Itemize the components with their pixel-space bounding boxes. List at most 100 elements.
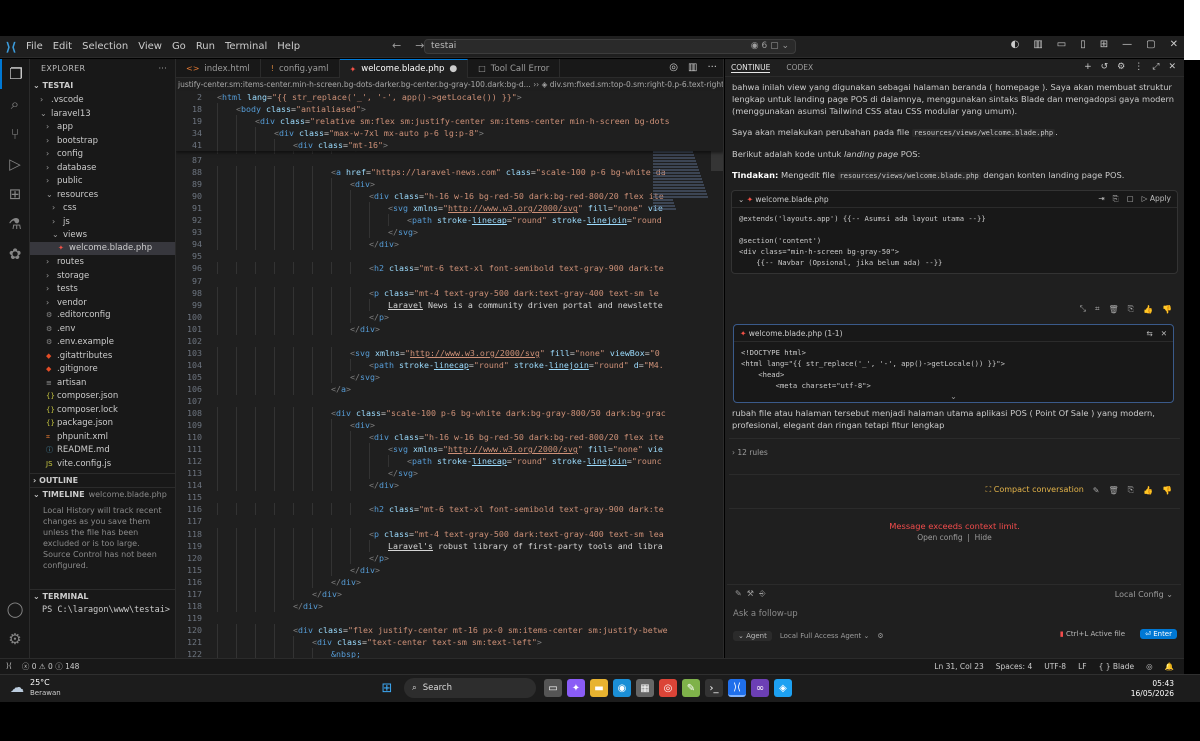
follow-up-input[interactable]: Ask a follow-up xyxy=(727,603,1181,627)
tree-item-composer-json[interactable]: {} composer.json xyxy=(30,390,175,404)
sidebar-toggle-icon[interactable]: ▯ xyxy=(1080,39,1086,50)
tab-index-html[interactable]: <> index.html xyxy=(176,59,261,78)
code-line[interactable]: 110 <div class="h-16 w-16 bg-red-50 dark:… xyxy=(176,431,723,444)
code-line[interactable]: 94 </div> xyxy=(176,238,723,251)
close-icon[interactable]: ✕ xyxy=(1170,39,1178,50)
layout-icon[interactable]: ▥ xyxy=(1033,39,1042,50)
edge-icon[interactable]: ◉ xyxy=(613,679,631,697)
copy-icon-2[interactable]: ⎘ xyxy=(1128,485,1134,495)
encoding[interactable]: UTF-8 xyxy=(1044,662,1066,671)
start-icon[interactable]: ⊞ xyxy=(378,679,396,697)
remove-context-icon[interactable]: ✕ xyxy=(1161,329,1167,338)
copy-message-icon[interactable]: ⎘ xyxy=(1128,304,1134,314)
chrome-icon[interactable]: ◎ xyxy=(659,679,677,697)
tab-config-yaml[interactable]: ! config.yaml xyxy=(261,59,340,78)
code-line[interactable]: 34 <div class="max-w-7xl mx-auto p-6 lg:p… xyxy=(176,127,723,140)
code-line[interactable]: 118 </div> xyxy=(176,599,723,612)
code-line[interactable]: 89 <div> xyxy=(176,178,723,191)
tree-item-env-example[interactable]: ⚙ .env.example xyxy=(30,336,175,350)
code-line[interactable]: 109 <div> xyxy=(176,419,723,432)
tree-item-app[interactable]: › app xyxy=(30,120,175,134)
editor-more-icon[interactable]: ··· xyxy=(707,62,717,73)
menu-item-run[interactable]: Run xyxy=(196,41,215,52)
unsaved-dot-icon[interactable]: ● xyxy=(449,64,457,74)
code-line[interactable]: 122 &nbsp; xyxy=(176,647,723,658)
code-line[interactable]: 103 <svg xmlns="http://www.w3.org/2000/sv… xyxy=(176,346,723,359)
tree-item-gitattributes[interactable]: ◆ .gitattributes xyxy=(30,350,175,364)
outline-section[interactable]: › OUTLINE xyxy=(30,473,175,487)
tree-item-package-json[interactable]: {} package.json xyxy=(30,417,175,431)
tree-item-views[interactable]: ⌄ views xyxy=(30,228,175,242)
chat-settings-icon[interactable]: ⚙ xyxy=(1117,62,1125,72)
code-line[interactable]: 120 </p> xyxy=(176,551,723,564)
breadcrumb-left[interactable]: justify-center.sm:items-center.min-h-scr… xyxy=(178,80,531,89)
code-line[interactable]: 120 <div class="flex justify-center mt-16… xyxy=(176,623,723,636)
code-line[interactable]: 91 <svg xmlns="http://www.w3.org/2000/svg… xyxy=(176,202,723,215)
apply-button[interactable]: ▷ Apply xyxy=(1142,194,1171,204)
line-ending[interactable]: LF xyxy=(1078,662,1087,671)
account-avatar-icon[interactable]: ◯ xyxy=(0,594,30,624)
code-line[interactable]: 113 </svg> xyxy=(176,467,723,480)
tree-item-bootstrap[interactable]: › bootstrap xyxy=(30,134,175,148)
code-line[interactable]: 99 Laravel News is a community driven por… xyxy=(176,298,723,311)
terminal-section[interactable]: ⌄ TERMINAL xyxy=(30,589,175,603)
collapse-chevron-icon[interactable]: ⌄ xyxy=(738,195,744,204)
settings-gear-icon[interactable]: ⚙ xyxy=(0,624,30,654)
tab-continue[interactable]: CONTINUE xyxy=(731,63,771,73)
timeline-section[interactable]: ⌄ TIMELINE welcome.blade.php xyxy=(30,487,175,501)
file-explorer-icon[interactable]: ▬ xyxy=(590,679,608,697)
code-line[interactable]: 105 </svg> xyxy=(176,370,723,383)
tree-item-tests[interactable]: › tests xyxy=(30,282,175,296)
tree-item-laravel13[interactable]: ⌄ laravel13 xyxy=(30,107,175,121)
code-line[interactable]: 117 xyxy=(176,515,723,527)
tree-item-js[interactable]: › js xyxy=(30,215,175,229)
system-clock[interactable]: 05:43 16/05/2026 xyxy=(1131,679,1174,699)
copilot-badge[interactable]: ◉ 6 ▢ ⌄ xyxy=(751,41,789,52)
code-line[interactable]: 119 Laravel's robust library of first-par… xyxy=(176,539,723,552)
terminal-prompt[interactable]: PS C:\laragon\www\testai> xyxy=(30,605,175,615)
vscode-taskbar-icon[interactable]: ⟩⟨ xyxy=(728,679,746,697)
tree-item-readme-md[interactable]: ⓘ README.md xyxy=(30,444,175,458)
task-view-icon[interactable]: ▭ xyxy=(544,679,562,697)
tree-item-vendor[interactable]: › vendor xyxy=(30,296,175,310)
menu-item-file[interactable]: File xyxy=(26,41,43,52)
tab-codex[interactable]: CODEX xyxy=(786,63,813,72)
back-arrow-icon[interactable]: ← xyxy=(392,39,401,52)
testing-icon[interactable]: ⚗ xyxy=(0,209,30,239)
code-line[interactable]: 111 <svg xmlns="http://www.w3.org/2000/sv… xyxy=(176,443,723,456)
copy-icon[interactable]: ⎘ xyxy=(1113,194,1119,204)
copilot-icon[interactable]: ◎ xyxy=(669,62,678,73)
tree-item-database[interactable]: › database xyxy=(30,161,175,175)
rules-toggle[interactable]: › 12 rules xyxy=(725,447,1184,459)
tree-item-phpunit-xml[interactable]: ⌗ phpunit.xml xyxy=(30,431,175,445)
compress-icon[interactable]: ⤡ xyxy=(1080,304,1086,314)
enter-button[interactable]: ⏎ Enter xyxy=(1140,629,1177,639)
code-line[interactable]: 98 <p class="mt-4 text-gray-500 dark:text… xyxy=(176,286,723,299)
tab-welcome-blade-php[interactable]: ✦ welcome.blade.php ● xyxy=(339,59,469,78)
code-icon[interactable]: ⌗ xyxy=(1095,304,1100,314)
minimize-icon[interactable]: — xyxy=(1122,39,1132,50)
tree-item-artisan[interactable]: ≡ artisan xyxy=(30,377,175,391)
run-debug-icon[interactable]: ▷ xyxy=(0,149,30,179)
code-line[interactable]: 114 </div> xyxy=(176,479,723,492)
code-line[interactable]: 101 </div> xyxy=(176,322,723,335)
tree-item-vite-config-js[interactable]: JS vite.config.js xyxy=(30,458,175,472)
active-file-hint[interactable]: ▮ Ctrl+L Active file xyxy=(1060,630,1125,638)
agent-mode-select[interactable]: ⌄ Agent xyxy=(733,631,772,641)
thumbs-up-icon-2[interactable]: 👍 xyxy=(1143,486,1153,495)
tree-item-routes[interactable]: › routes xyxy=(30,255,175,269)
indentation[interactable]: Spaces: 4 xyxy=(996,662,1032,671)
tree-item-env[interactable]: ⚙ .env xyxy=(30,323,175,337)
code-line[interactable]: 102 xyxy=(176,335,723,347)
code-line[interactable]: 19 <div class="relative sm:flex sm:justif… xyxy=(176,115,723,128)
code-line[interactable]: 90 <div class="h-16 w-16 bg-red-50 dark:b… xyxy=(176,190,723,203)
panel-icon[interactable]: ▭ xyxy=(1057,39,1066,50)
attach-icon[interactable]: ⎆ xyxy=(759,589,765,598)
visual-studio-icon[interactable]: ∞ xyxy=(751,679,769,697)
thumbs-down-icon-2[interactable]: 👎 xyxy=(1162,486,1172,495)
code-line[interactable]: 88 <a href="https://laravel-news.com" cla… xyxy=(176,166,723,179)
create-file-icon[interactable]: ▢ xyxy=(1127,194,1134,204)
thumbs-up-icon[interactable]: 👍 xyxy=(1143,305,1153,314)
breadcrumb-right[interactable]: div.sm:fixed.sm:top-0.sm:right-0.p-6.tex… xyxy=(550,80,723,89)
code-line[interactable]: 87 xyxy=(176,154,723,166)
